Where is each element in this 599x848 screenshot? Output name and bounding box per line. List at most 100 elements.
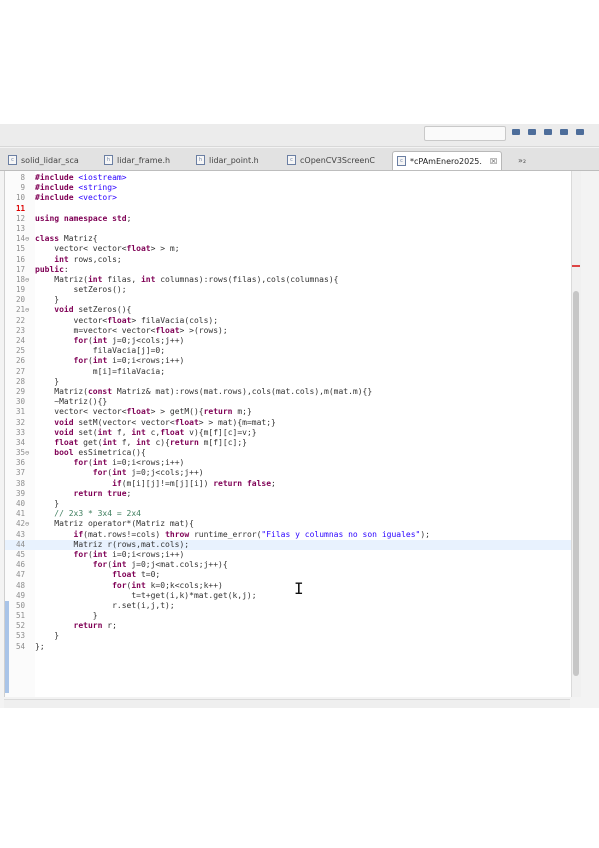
tab-cpamenero2025[interactable]: c *cPAmEnero2025. ☒ [392,151,503,170]
code-line[interactable]: 11 [5,204,571,214]
code-line[interactable]: 9 #include <string> [5,183,571,193]
code-text: float get(int f, int c){return m[f][c];} [54,437,247,447]
code-line[interactable]: 44 Matriz r(rows,mat.cols); [5,539,571,550]
line-number: 39 [15,488,25,498]
code-line[interactable]: 49 t=t+get(i,k)*mat.get(k,j); [5,591,571,601]
quick-access-search[interactable] [424,126,506,141]
code-line[interactable]: 43 if(mat.rows!=cols) throw runtime_erro… [5,530,571,540]
code-line[interactable]: 30 ~Matriz(){} [5,397,571,407]
toolbar-button-icon[interactable] [528,129,536,135]
line-number: 34 [15,437,25,447]
toolbar-button-icon[interactable] [576,129,584,135]
code-line[interactable]: 36 for(int i=0;i<rows;i++) [5,458,571,468]
code-line[interactable]: 10 #include <vector> [5,193,571,203]
code-line[interactable]: 42 ⊖ Matriz operator*(Matriz mat){ [5,519,571,529]
overview-marker[interactable] [572,265,580,267]
vertical-scrollbar[interactable] [571,171,581,697]
fold-toggle-icon[interactable]: ⊖ [25,448,29,458]
line-number: 10 [15,193,25,203]
tab-solid-lidar[interactable]: c solid_lidar_sca [4,151,83,169]
horizontal-scrollbar[interactable] [4,699,570,708]
code-line[interactable]: 50 r.set(i,j,t); [5,601,571,611]
code-line[interactable]: 54}; [5,642,571,652]
code-line[interactable]: 8 #include <iostream> [5,173,571,183]
fold-toggle-icon[interactable]: ⊖ [25,519,29,529]
code-text: for(int k=0;k<cols;k++) [112,580,223,590]
code-line[interactable]: 41 // 2x3 * 3x4 = 2x4 [5,509,571,519]
code-line[interactable]: 27 m[i]=filaVacia; [5,367,571,377]
code-text: void setZeros(){ [54,305,132,315]
code-line[interactable]: 28 } [5,377,571,387]
code-line[interactable]: 29 Matriz(const Matriz& mat):rows(mat.ro… [5,387,571,397]
code-line[interactable]: 15 vector< vector<float> > m; [5,244,571,254]
code-line[interactable]: 19 setZeros(); [5,285,571,295]
line-number: 48 [15,580,25,590]
fold-toggle-icon[interactable]: ⊖ [25,305,29,315]
code-line[interactable]: 40 } [5,499,571,509]
code-line[interactable]: 48 for(int k=0;k<cols;k++) [5,581,571,591]
fold-toggle-icon[interactable]: ⊖ [25,275,29,285]
code-text: if(mat.rows!=cols) throw runtime_error("… [73,529,430,539]
code-line[interactable]: 52 return r; [5,621,571,631]
line-number: 50 [15,600,25,610]
line-number: 54 [15,641,25,651]
code-text: void set(int f, int c,float v){m[f][c]=v… [54,427,257,437]
code-line[interactable]: 18 ⊖ Matriz(int filas, int columnas):rows… [5,275,571,285]
code-line[interactable]: 35 ⊖ bool esSimetrica(){ [5,448,571,458]
toolbar-button-icon[interactable] [512,129,520,135]
code-editor[interactable]: 8 #include <iostream> 9 #include <string> 10… [4,171,571,697]
code-text: for(int i=0;i<rows;i++) [73,356,185,366]
line-number: 49 [15,590,25,600]
c-file-icon: c [397,156,406,166]
line-number: 33 [15,427,25,437]
code-text: Matriz(int filas, int columnas):rows(fil… [35,274,339,284]
code-line[interactable]: 33 void set(int f, int c,float v){m[f][c… [5,428,571,438]
code-line[interactable]: 37 for(int j=0;j<cols;j++) [5,468,571,478]
code-line[interactable]: 24 for(int j=0;j<cols;j++) [5,336,571,346]
line-number: 14 [15,234,25,244]
fold-toggle-icon[interactable]: ⊖ [25,234,29,244]
line-number: 11 [15,203,25,213]
code-line[interactable]: 26 for(int i=0;i<rows;i++) [5,356,571,366]
line-number: 31 [15,407,25,417]
code-line[interactable]: 12 using namespace std; [5,214,571,224]
tab-opencv3[interactable]: c cOpenCV3ScreenC [283,151,379,169]
code-text: vector< vector<float> > getM(){return m;… [35,407,252,417]
code-line[interactable]: 53 } [5,631,571,641]
code-line[interactable]: 45 for(int i=0;i<rows;i++) [5,550,571,560]
line-number: 13 [15,223,25,233]
code-line[interactable]: 25 filaVacia[j]=0; [5,346,571,356]
code-line[interactable]: 22 vector<float> filaVacia(cols); [5,316,571,326]
code-line[interactable]: 32 void setM(vector< vector<float> > mat… [5,418,571,428]
code-line[interactable]: 23 m=vector< vector<float> >(rows); [5,326,571,336]
line-number: 53 [15,631,25,641]
code-text: ~Matriz(){} [35,397,108,407]
code-line[interactable]: 31 vector< vector<float> > getM(){return… [5,407,571,417]
code-text: } [35,295,60,305]
code-line[interactable]: 20 } [5,295,571,305]
code-line[interactable]: 46 for(int j=0;j<mat.cols;j++){ [5,560,571,570]
tab-lidar-frame[interactable]: h lidar_frame.h [100,151,174,169]
code-line[interactable]: 47 float t=0; [5,570,571,580]
code-line[interactable]: 21 ⊖ void setZeros(){ [5,305,571,315]
code-text: // 2x3 * 3x4 = 2x4 [54,509,141,519]
tab-overflow-button[interactable]: »₂ [518,156,526,165]
scrollbar-thumb[interactable] [573,291,579,676]
code-text: float t=0; [112,570,161,580]
close-tab-icon[interactable]: ☒ [490,157,497,166]
code-line[interactable]: 17 public: [5,265,571,275]
code-line[interactable]: 39 return true; [5,489,571,499]
line-number: 27 [15,366,25,376]
toolbar-button-icon[interactable] [544,129,552,135]
code-line[interactable]: 38 if(m[i][j]!=m[j][i]) return false; [5,479,571,489]
code-line[interactable]: 16 int rows,cols; [5,255,571,265]
code-line[interactable]: 13 [5,224,571,234]
code-text: void setM(vector< vector<float> > mat){m… [54,417,276,427]
code-text: return true; [73,488,132,498]
editor-tab-bar: c solid_lidar_sca h lidar_frame.h h lida… [0,148,599,171]
tab-lidar-point[interactable]: h lidar_point.h [192,151,263,169]
code-line[interactable]: 34 float get(int f, int c){return m[f][c… [5,438,571,448]
code-line[interactable]: 14 ⊖ class Matriz{ [5,234,571,244]
toolbar-button-icon[interactable] [560,129,568,135]
code-line[interactable]: 51 } [5,611,571,621]
